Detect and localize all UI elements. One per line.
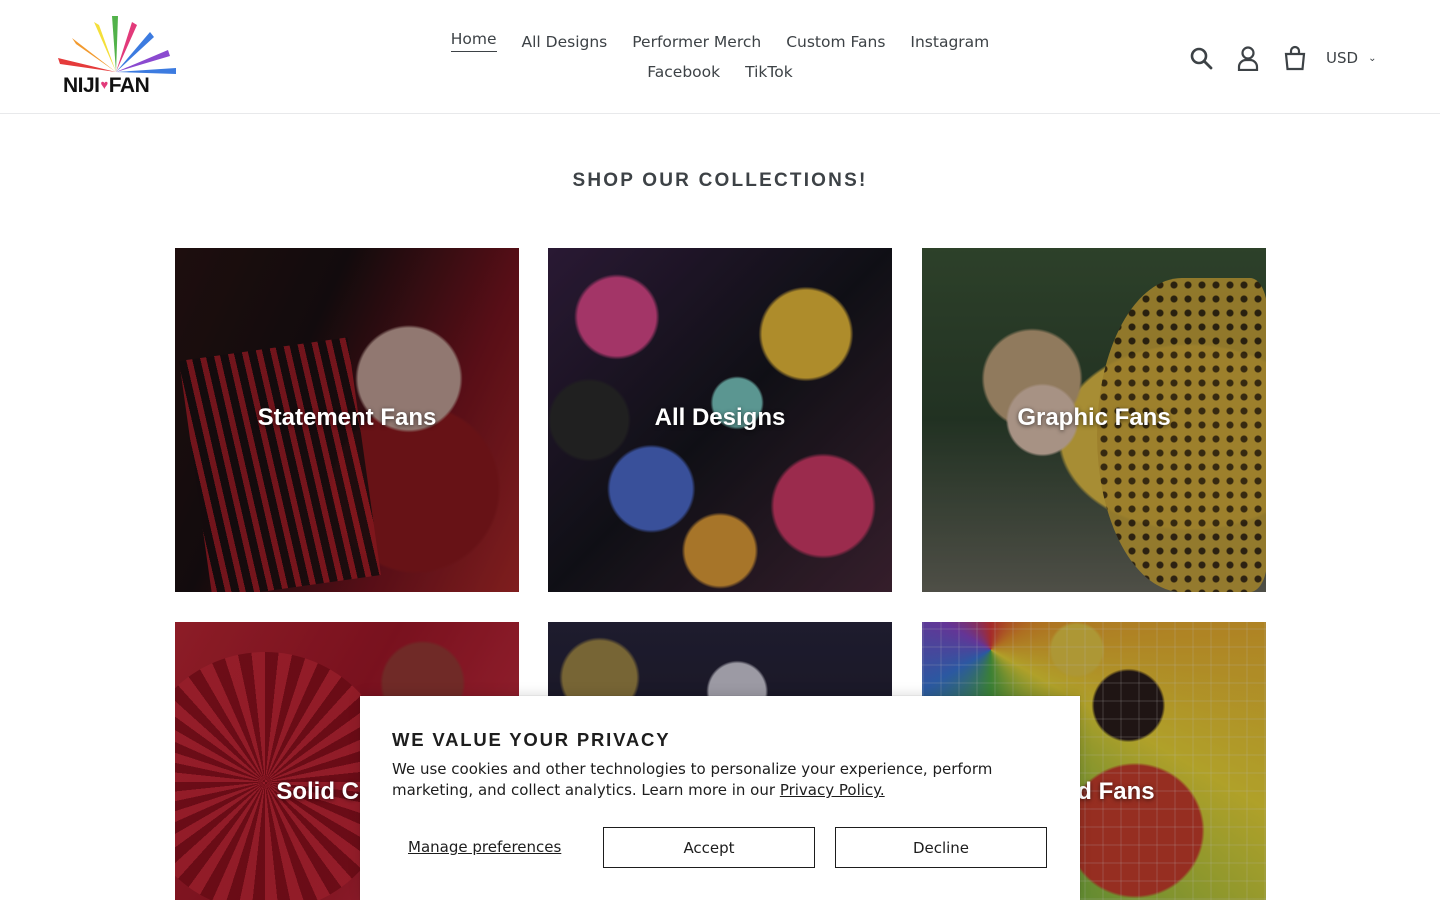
collection-tile-all-designs[interactable]: All Designs xyxy=(548,248,892,592)
nav-link-tiktok[interactable]: TikTok xyxy=(745,58,793,88)
accept-button[interactable]: Accept xyxy=(603,827,815,868)
currency-selector[interactable]: USD ⌄ xyxy=(1326,49,1376,67)
cookie-consent-banner: WE VALUE YOUR PRIVACY We use cookies and… xyxy=(360,696,1080,900)
section-title: SHOP OUR COLLECTIONS! xyxy=(572,170,868,191)
logo-starburst-icon xyxy=(58,16,176,74)
privacy-policy-link[interactable]: Privacy Policy. xyxy=(780,781,885,799)
collection-title: All Designs xyxy=(654,404,786,431)
nav-link-home[interactable]: Home xyxy=(450,28,497,52)
main-nav: Home All Designs Performer Merch Custom … xyxy=(435,28,1005,88)
chevron-down-icon: ⌄ xyxy=(1368,52,1377,64)
nav-link-facebook[interactable]: Facebook xyxy=(647,58,720,88)
cart-icon[interactable] xyxy=(1280,43,1310,73)
decline-button[interactable]: Decline xyxy=(835,827,1047,868)
nav-link-instagram[interactable]: Instagram xyxy=(910,28,989,58)
search-icon[interactable] xyxy=(1186,43,1216,73)
currency-value: USD xyxy=(1326,49,1359,67)
account-icon[interactable] xyxy=(1233,43,1263,73)
collection-title: Graphic Fans xyxy=(1017,404,1171,431)
collection-title: Statement Fans xyxy=(257,404,437,431)
cookie-message: We use cookies and other technologies to… xyxy=(392,759,1052,801)
nav-row-1: Home All Designs Performer Merch Custom … xyxy=(435,28,1005,58)
site-header: NIJI♥FAN Home All Designs Performer Merc… xyxy=(0,0,1440,114)
nav-row-2: Facebook TikTok xyxy=(435,58,1005,88)
nav-link-all-designs[interactable]: All Designs xyxy=(522,28,608,58)
nav-link-custom-fans[interactable]: Custom Fans xyxy=(786,28,885,58)
site-logo[interactable]: NIJI♥FAN xyxy=(58,14,176,98)
manage-preferences-link[interactable]: Manage preferences xyxy=(408,838,561,856)
header-icons: USD ⌄ xyxy=(1186,42,1376,74)
collection-tile-graphic-fans[interactable]: Graphic Fans xyxy=(922,248,1266,592)
collection-tile-statement-fans[interactable]: Statement Fans xyxy=(175,248,519,592)
logo-wordmark: NIJI♥FAN xyxy=(63,74,150,97)
nav-link-performer-merch[interactable]: Performer Merch xyxy=(632,28,761,58)
cookie-title: WE VALUE YOUR PRIVACY xyxy=(392,729,671,750)
cookie-message-text: We use cookies and other technologies to… xyxy=(392,760,993,799)
